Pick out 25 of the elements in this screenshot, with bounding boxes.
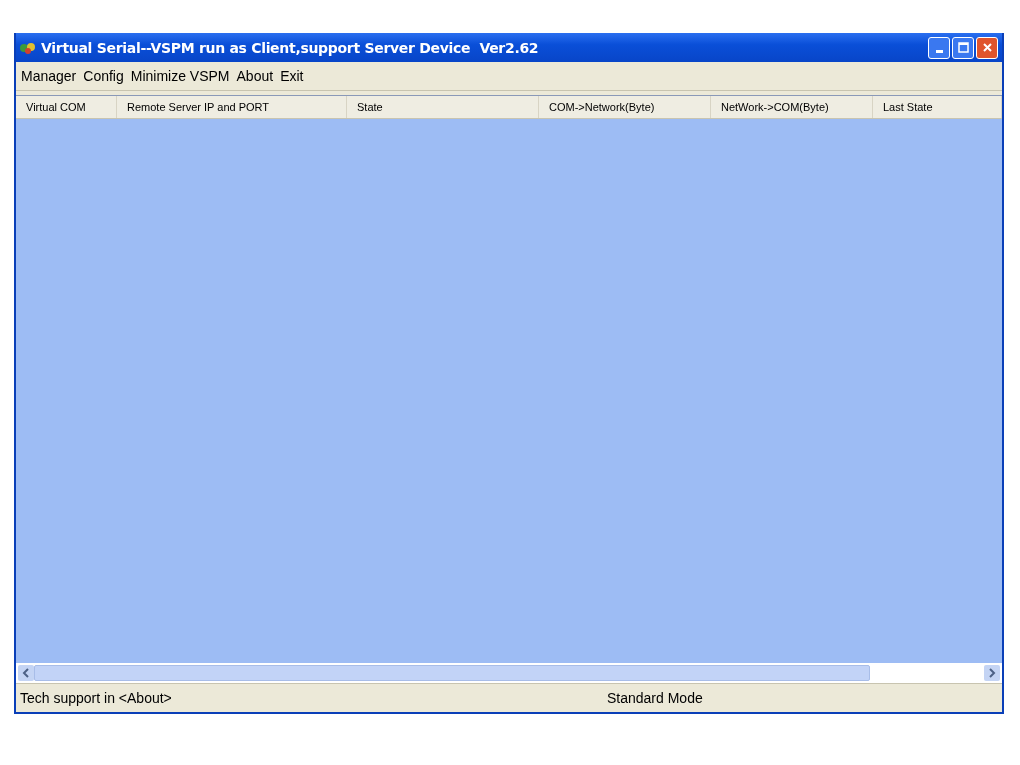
minimize-icon: [935, 50, 943, 53]
close-icon: [981, 42, 993, 53]
column-header[interactable]: COM->Network(Byte): [539, 96, 711, 118]
column-header[interactable]: Remote Server IP and PORT: [117, 96, 347, 118]
column-header[interactable]: Last State: [873, 96, 1002, 118]
menu-item[interactable]: Exit: [280, 68, 304, 84]
scroll-thumb[interactable]: [34, 665, 870, 681]
menu-item[interactable]: Manager: [21, 68, 77, 84]
column-header[interactable]: Virtual COM: [16, 96, 117, 118]
window-title: Virtual Serial--VSPM run as Client,support Server Device Ver2.62: [41, 39, 540, 56]
maximize-icon: [957, 42, 969, 53]
menu-item[interactable]: Minimize VSPM: [130, 68, 230, 84]
horizontal-scrollbar[interactable]: [16, 663, 1002, 683]
maximize-button[interactable]: [952, 36, 974, 59]
scroll-right-icon[interactable]: [984, 665, 1000, 681]
menu-item[interactable]: About: [236, 68, 274, 84]
menu-item[interactable]: Config: [83, 68, 124, 84]
minimize-button[interactable]: [928, 36, 950, 59]
status-text: Standard Mode: [606, 690, 703, 706]
status-text: Tech support in <About>: [19, 690, 173, 706]
app-icon: [19, 40, 37, 55]
column-header[interactable]: State: [347, 96, 539, 118]
close-button[interactable]: [976, 36, 998, 59]
scroll-left-icon[interactable]: [18, 665, 34, 681]
column-header[interactable]: NetWork->COM(Byte): [711, 96, 873, 118]
